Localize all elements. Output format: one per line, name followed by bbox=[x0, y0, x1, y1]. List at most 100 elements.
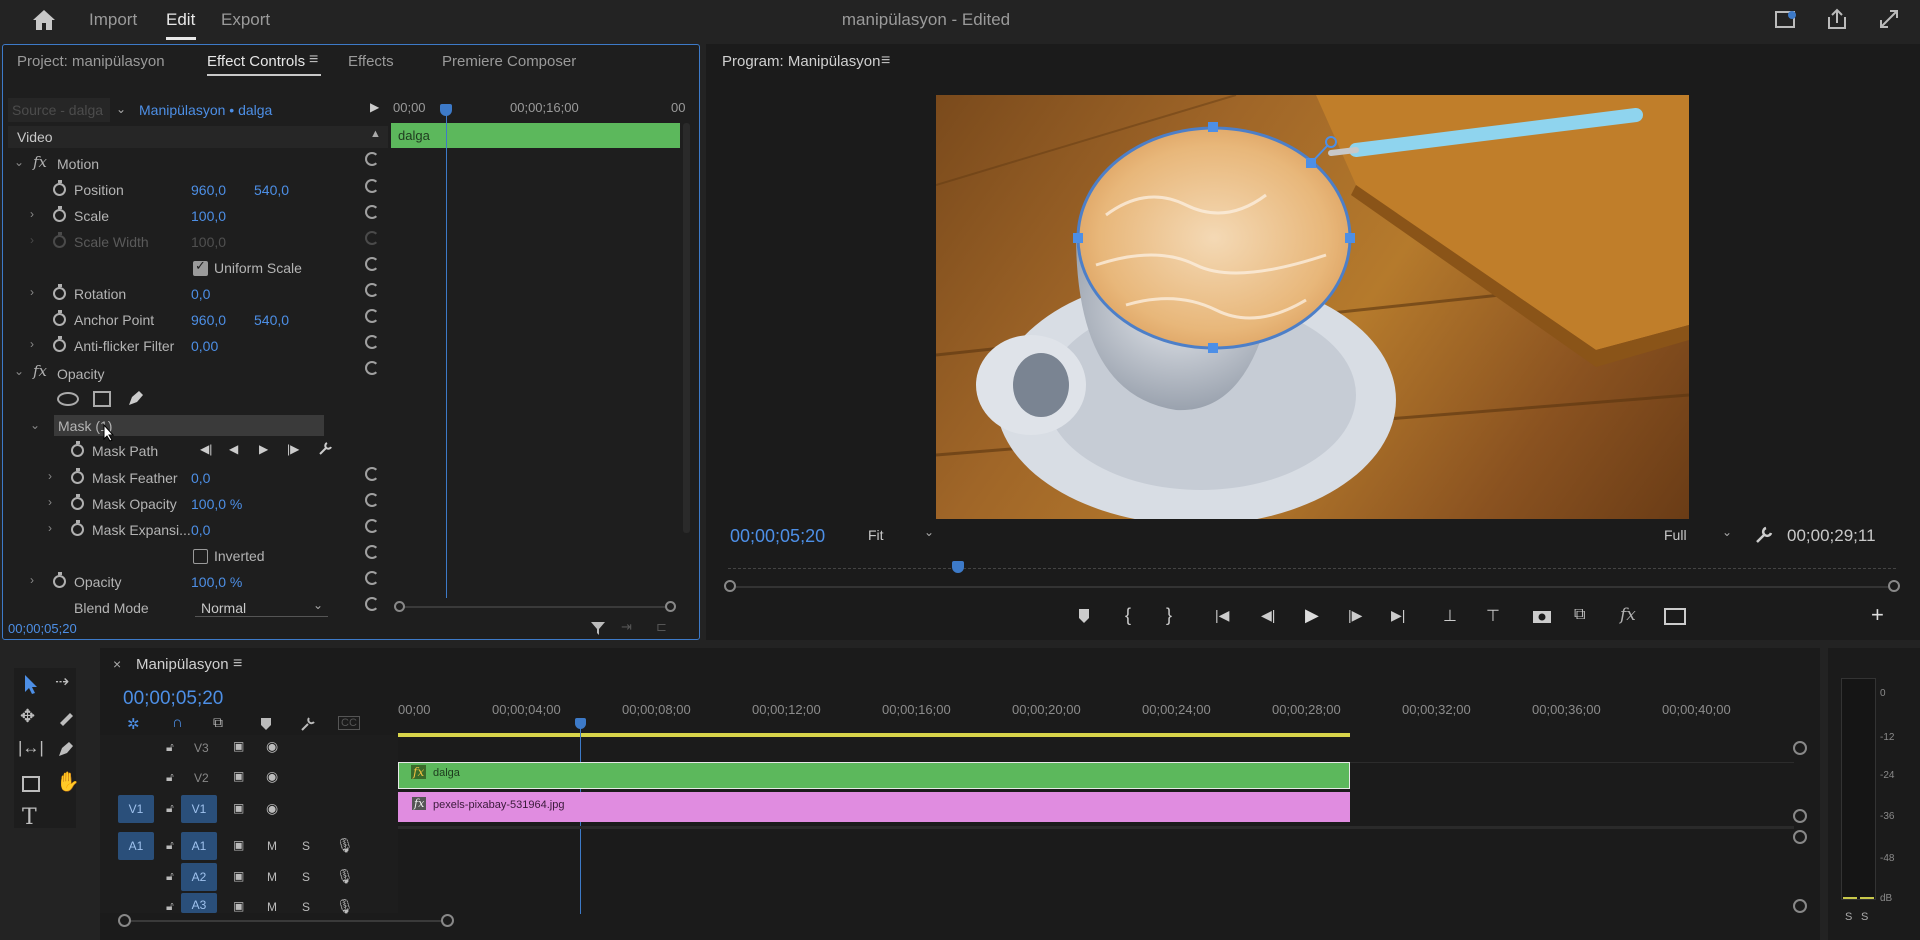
safe-margins-icon[interactable] bbox=[1664, 608, 1686, 625]
sync-lock-icon[interactable]: ▣ bbox=[233, 769, 244, 783]
mask-opacity-expand-icon[interactable]: › bbox=[48, 495, 52, 509]
stopwatch-icon[interactable] bbox=[71, 468, 84, 484]
mic-icon[interactable]: 🎙︎ bbox=[336, 837, 354, 854]
reset-icon[interactable] bbox=[365, 257, 379, 271]
antiflicker-expand-icon[interactable]: › bbox=[30, 337, 34, 351]
fx-zoom-handle-right[interactable] bbox=[665, 601, 676, 612]
mark-out-icon[interactable]: } bbox=[1166, 605, 1172, 626]
fx-clip-bar[interactable] bbox=[391, 123, 680, 148]
program-timecode[interactable]: 00;00;05;20 bbox=[730, 526, 825, 547]
panel-menu-icon[interactable]: ≡ bbox=[309, 51, 318, 69]
wrench-icon[interactable] bbox=[318, 441, 333, 456]
timeline-playhead[interactable] bbox=[575, 718, 586, 729]
opacity-expand-icon[interactable]: ⌄ bbox=[14, 364, 24, 378]
track-forward-icon[interactable]: |▶ bbox=[287, 442, 299, 456]
sequence-clip-label[interactable]: Manipülasyon • dalga bbox=[139, 102, 272, 118]
fit-select[interactable]: Fit bbox=[868, 527, 884, 543]
mask-expand-icon[interactable]: ⌄ bbox=[30, 418, 40, 432]
lock-icon[interactable]: 🔓︎ bbox=[166, 838, 174, 853]
reset-icon[interactable] bbox=[365, 493, 379, 507]
track-target-a1[interactable]: A1 bbox=[181, 832, 217, 860]
reset-icon[interactable] bbox=[365, 467, 379, 481]
solo-right-button[interactable]: S bbox=[1861, 911, 1868, 923]
rectangle-mask-icon[interactable] bbox=[93, 391, 111, 407]
fx-timecode[interactable]: 00;00;05;20 bbox=[8, 621, 77, 636]
pen-tool-icon[interactable] bbox=[57, 740, 75, 758]
track-label-v3[interactable]: V3 bbox=[194, 741, 209, 755]
tab-effects[interactable]: Effects bbox=[348, 53, 394, 70]
solo-button[interactable]: S bbox=[302, 839, 310, 853]
antiflicker-value[interactable]: 0,00 bbox=[191, 338, 218, 354]
track-target-v1[interactable]: V1 bbox=[181, 795, 217, 823]
program-menu-icon[interactable]: ≡ bbox=[881, 52, 890, 70]
camera-icon[interactable] bbox=[1532, 608, 1552, 624]
selection-tool-icon[interactable] bbox=[22, 673, 40, 695]
share-icon[interactable] bbox=[1826, 8, 1848, 30]
work-area-bar[interactable] bbox=[398, 733, 1350, 737]
anchor-y-value[interactable]: 540,0 bbox=[254, 312, 289, 328]
track-target-a2[interactable]: A2 bbox=[181, 863, 217, 891]
tab-premiere-composer[interactable]: Premiere Composer bbox=[442, 53, 576, 70]
solo-button[interactable]: S bbox=[302, 900, 310, 914]
quality-dropdown-icon[interactable]: ⌄ bbox=[1722, 525, 1732, 539]
quality-select[interactable]: Full bbox=[1664, 527, 1687, 543]
reset-icon[interactable] bbox=[365, 283, 379, 297]
mute-button[interactable]: M bbox=[267, 870, 277, 884]
stopwatch-icon[interactable] bbox=[53, 206, 66, 222]
lift-icon[interactable]: ⊥ bbox=[1443, 606, 1457, 626]
track-backward-icon[interactable]: ◀| bbox=[200, 442, 212, 456]
timeline-v-handle[interactable] bbox=[1793, 809, 1807, 823]
sync-lock-icon[interactable]: ▣ bbox=[233, 899, 244, 913]
toggle-effects-icon[interactable]: fx bbox=[1620, 605, 1636, 625]
add-marker-icon[interactable] bbox=[1077, 608, 1091, 624]
rotation-value[interactable]: 0,0 bbox=[191, 286, 210, 302]
fx-playhead[interactable] bbox=[446, 104, 447, 598]
timeline-menu-icon[interactable]: ≡ bbox=[233, 655, 242, 673]
track-label-v2[interactable]: V2 bbox=[194, 771, 209, 785]
program-zoom-handle-right[interactable] bbox=[1888, 580, 1900, 592]
opacity-value[interactable]: 100,0 % bbox=[191, 574, 242, 590]
eye-icon[interactable]: ◉ bbox=[266, 800, 278, 817]
play-icon[interactable]: ▶ bbox=[1305, 605, 1319, 626]
fullscreen-icon[interactable] bbox=[1878, 8, 1900, 30]
timeline-timecode[interactable]: 00;00;05;20 bbox=[123, 688, 223, 710]
fit-dropdown-icon[interactable]: ⌄ bbox=[924, 525, 934, 539]
lock-icon[interactable]: 🔓︎ bbox=[166, 869, 174, 884]
reset-icon[interactable] bbox=[365, 152, 379, 166]
lock-icon[interactable]: 🔓︎ bbox=[166, 899, 174, 914]
filter-icon[interactable] bbox=[590, 620, 606, 636]
add-button-icon[interactable]: + bbox=[1871, 602, 1884, 628]
timeline-h-scrollbar[interactable] bbox=[123, 920, 448, 922]
rectangle-tool-icon[interactable] bbox=[22, 776, 40, 792]
mask-expansion-expand-icon[interactable]: › bbox=[48, 521, 52, 535]
sync-lock-icon[interactable]: ▣ bbox=[233, 801, 244, 815]
pen-mask-icon[interactable] bbox=[126, 388, 146, 408]
stopwatch-icon[interactable] bbox=[71, 441, 84, 457]
workspaces-icon[interactable] bbox=[1775, 10, 1797, 30]
clip-dalga[interactable] bbox=[398, 762, 1350, 789]
video-frame[interactable] bbox=[936, 95, 1689, 519]
mute-button[interactable]: M bbox=[267, 900, 277, 914]
mark-in-icon[interactable]: { bbox=[1125, 605, 1131, 626]
stopwatch-icon[interactable] bbox=[53, 284, 66, 300]
play-forward-icon[interactable]: ▶ bbox=[259, 442, 268, 456]
step-back-icon[interactable]: ◀| bbox=[1261, 607, 1275, 624]
rotation-expand-icon[interactable]: › bbox=[30, 285, 34, 299]
linked-selection-icon[interactable]: ⧉ bbox=[213, 714, 223, 731]
mask-expansion-value[interactable]: 0,0 bbox=[191, 522, 210, 538]
scale-value[interactable]: 100,0 bbox=[191, 208, 226, 224]
timeline-v-handle[interactable] bbox=[1793, 830, 1807, 844]
stopwatch-icon[interactable] bbox=[53, 336, 66, 352]
lock-icon[interactable]: 🔓︎ bbox=[166, 801, 174, 816]
track-target-a3[interactable]: A3 bbox=[181, 893, 217, 913]
timeline-v-handle[interactable] bbox=[1793, 899, 1807, 913]
source-patch-a1[interactable]: A1 bbox=[118, 832, 154, 860]
timeline-v-handle[interactable] bbox=[1793, 741, 1807, 755]
reset-icon[interactable] bbox=[365, 597, 379, 611]
solo-left-button[interactable]: S bbox=[1845, 911, 1852, 923]
stopwatch-icon[interactable] bbox=[53, 180, 66, 196]
reset-icon[interactable] bbox=[365, 179, 379, 193]
mask-feather-expand-icon[interactable]: › bbox=[48, 469, 52, 483]
timeline-marker-icon[interactable] bbox=[260, 717, 272, 731]
program-zoom-handle-left[interactable] bbox=[724, 580, 736, 592]
